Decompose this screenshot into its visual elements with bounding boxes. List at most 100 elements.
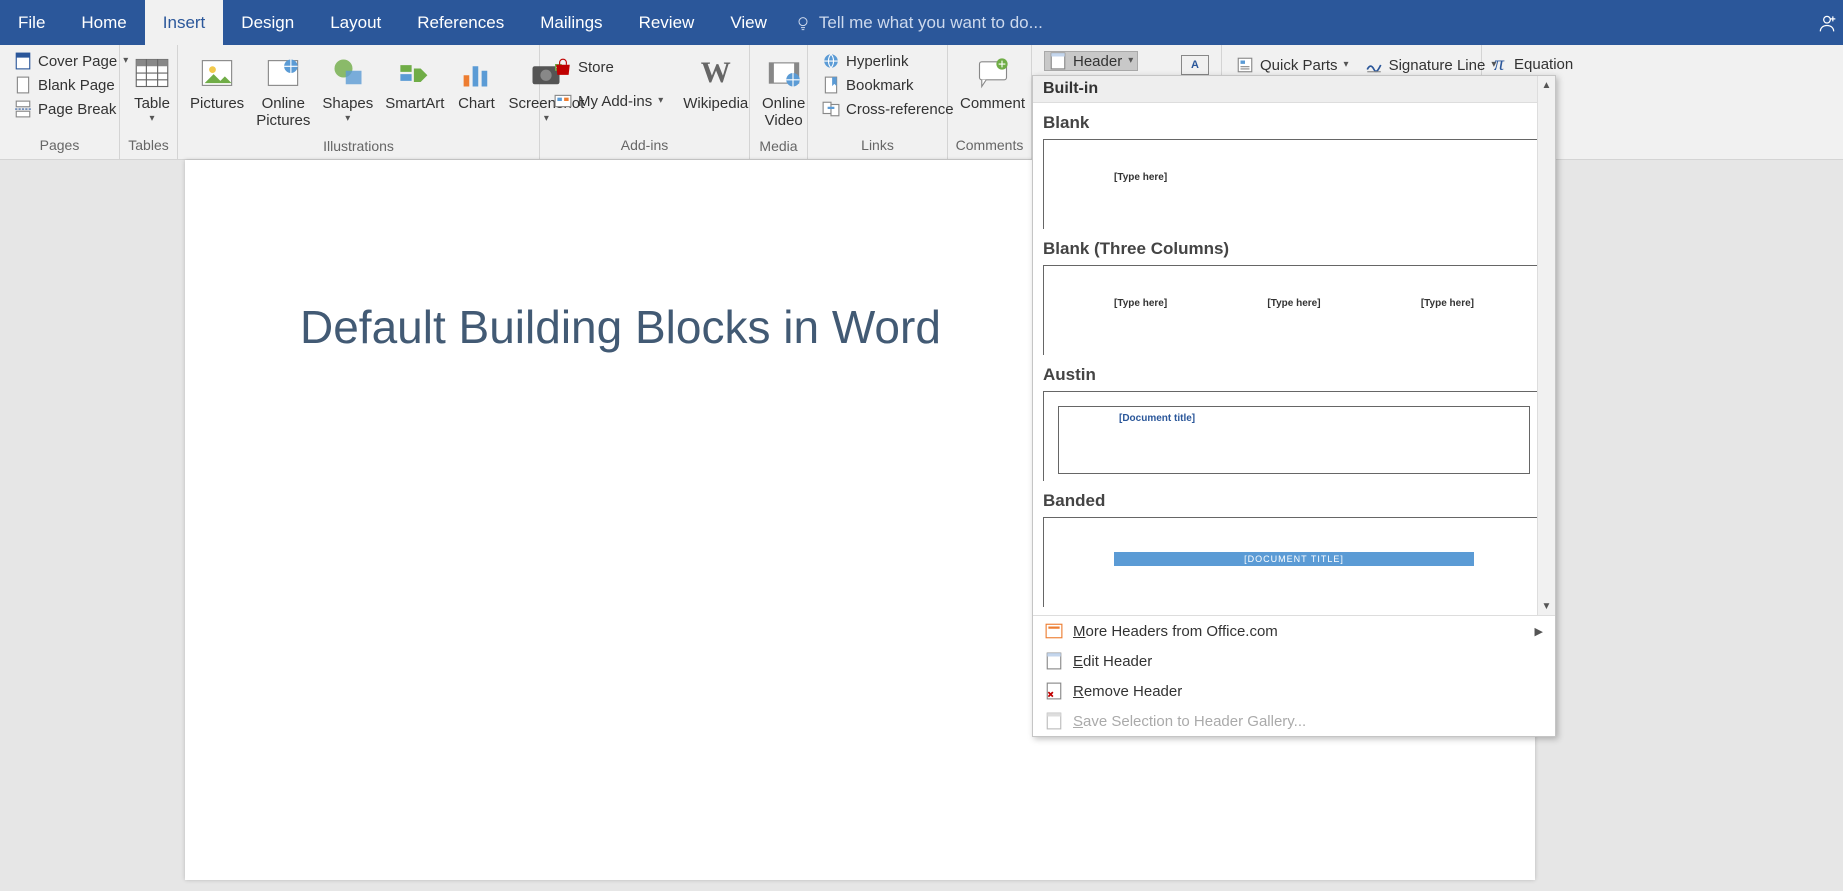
ribbon: Cover Page ▾ Blank Page Page Break Pages… (0, 45, 1843, 160)
chart-icon (456, 53, 496, 93)
office-icon (1045, 622, 1063, 640)
gallery-item-banded[interactable]: [DOCUMENT TITLE] (1043, 517, 1545, 607)
edit-header-menuitem[interactable]: Edit Header (1033, 646, 1555, 676)
cross-ref-icon (822, 100, 840, 118)
gallery-item-austin[interactable]: [Document title] (1043, 391, 1545, 481)
tab-references[interactable]: References (399, 0, 522, 45)
smartart-button[interactable]: SmartArt (379, 49, 450, 116)
tell-me-search[interactable]: Tell me what you want to do... (785, 0, 1043, 45)
signature-line-button[interactable]: Signature Line ▾ (1363, 55, 1499, 75)
tab-review[interactable]: Review (621, 0, 713, 45)
equation-label: Equation (1514, 56, 1573, 73)
store-label: Store (578, 59, 614, 76)
store-icon (554, 58, 572, 76)
group-tables: Table ▾ Tables (120, 45, 178, 159)
gallery-section-builtin: Built-in (1033, 76, 1555, 103)
header-icon (1049, 52, 1067, 70)
quick-parts-button[interactable]: Quick Parts ▾ (1234, 55, 1351, 75)
remove-header-menuitem[interactable]: Remove Header (1033, 676, 1555, 706)
blank-page-button[interactable]: Blank Page (12, 75, 130, 95)
pictures-label: Pictures (190, 95, 244, 112)
tab-insert[interactable]: Insert (145, 0, 224, 45)
shapes-button[interactable]: Shapes ▾ (316, 49, 379, 128)
save-selection-label: Save Selection to Header Gallery... (1073, 713, 1306, 730)
remove-header-label: Remove Header (1073, 683, 1182, 700)
tab-file[interactable]: File (0, 0, 63, 45)
group-addins: Store My Add-ins ▾ W Wikipedia Add-ins (540, 45, 750, 159)
smartart-label: SmartArt (385, 95, 444, 112)
more-headers-menuitem[interactable]: More Headers from Office.com ▶ (1033, 616, 1555, 646)
bookmark-button[interactable]: Bookmark (820, 75, 956, 95)
group-illustrations: Pictures Online Pictures Shapes ▾ SmartA… (178, 45, 540, 159)
tell-me-placeholder: Tell me what you want to do... (819, 13, 1043, 33)
online-video-button[interactable]: Online Video (756, 49, 811, 134)
comment-button[interactable]: Comment (954, 49, 1031, 116)
equation-icon: π (1490, 55, 1508, 73)
gallery-scrollbar[interactable]: ▲ ▼ (1537, 76, 1555, 615)
header-label: Header (1073, 53, 1122, 70)
document-heading: Default Building Blocks in Word (300, 300, 941, 354)
chart-button[interactable]: Chart (450, 49, 502, 116)
gallery-item-blank[interactable]: [Type here] (1043, 139, 1545, 229)
video-icon (764, 53, 804, 93)
dropdown-icon: ▾ (1128, 56, 1133, 66)
table-button[interactable]: Table ▾ (126, 49, 178, 128)
placeholder-text: [Type here] (1114, 172, 1167, 183)
blank-page-icon (14, 76, 32, 94)
group-illustrations-label: Illustrations (178, 134, 539, 160)
placeholder-text: [Type here] (1421, 298, 1474, 309)
tabbar-spacer (1043, 0, 1811, 45)
page-break-button[interactable]: Page Break (12, 99, 130, 119)
hyperlink-button[interactable]: Hyperlink (820, 51, 956, 71)
share-button[interactable] (1811, 0, 1843, 45)
gallery-item-banded-title: Banded (1043, 491, 1545, 511)
cover-page-button[interactable]: Cover Page ▾ (12, 51, 130, 71)
group-links-label: Links (808, 133, 947, 159)
scroll-up-icon[interactable]: ▲ (1538, 76, 1555, 94)
tab-design[interactable]: Design (223, 0, 312, 45)
shapes-label: Shapes (322, 95, 373, 112)
scroll-down-icon[interactable]: ▼ (1538, 597, 1555, 615)
equation-button[interactable]: π Equation (1488, 49, 1575, 74)
scroll-track[interactable] (1538, 94, 1555, 597)
dropdown-icon: ▾ (1344, 60, 1349, 70)
online-pictures-icon (263, 53, 303, 93)
quick-parts-icon (1236, 56, 1254, 74)
page-break-label: Page Break (38, 101, 116, 118)
remove-header-icon (1045, 682, 1063, 700)
lightbulb-icon (795, 15, 811, 31)
cross-reference-button[interactable]: Cross-reference (820, 99, 956, 119)
shapes-icon (328, 53, 368, 93)
store-button[interactable]: Store (552, 57, 665, 77)
signature-icon (1365, 56, 1383, 74)
tab-layout[interactable]: Layout (312, 0, 399, 45)
smartart-icon (395, 53, 435, 93)
edit-header-label: Edit Header (1073, 653, 1152, 670)
group-media-label: Media (750, 134, 807, 160)
tab-home[interactable]: Home (63, 0, 144, 45)
group-pages-label: Pages (0, 133, 119, 159)
tab-view[interactable]: View (712, 0, 785, 45)
placeholder-text: [Type here] (1267, 298, 1320, 309)
online-pictures-button[interactable]: Online Pictures (250, 49, 316, 134)
ribbon-tabs: File Home Insert Design Layout Reference… (0, 0, 1843, 45)
wikipedia-button[interactable]: W Wikipedia (677, 49, 754, 116)
page-break-icon (14, 100, 32, 118)
pictures-icon (197, 53, 237, 93)
pictures-button[interactable]: Pictures (184, 49, 250, 116)
comment-icon (973, 53, 1013, 93)
hyperlink-label: Hyperlink (846, 53, 909, 70)
cover-page-label: Cover Page (38, 53, 117, 70)
quick-parts-label: Quick Parts (1260, 57, 1338, 74)
group-tables-label: Tables (120, 133, 177, 159)
gallery-item-blank3[interactable]: [Type here] [Type here] [Type here] (1043, 265, 1545, 355)
hyperlink-icon (822, 52, 840, 70)
tab-mailings[interactable]: Mailings (522, 0, 620, 45)
chart-label: Chart (458, 95, 495, 112)
group-pages: Cover Page ▾ Blank Page Page Break Pages (0, 45, 120, 159)
cover-page-icon (14, 52, 32, 70)
cross-ref-label: Cross-reference (846, 101, 954, 118)
header-dropdown[interactable]: Header ▾ (1044, 51, 1138, 71)
my-addins-button[interactable]: My Add-ins ▾ (552, 91, 665, 111)
gallery-menu: More Headers from Office.com ▶ Edit Head… (1033, 615, 1555, 736)
